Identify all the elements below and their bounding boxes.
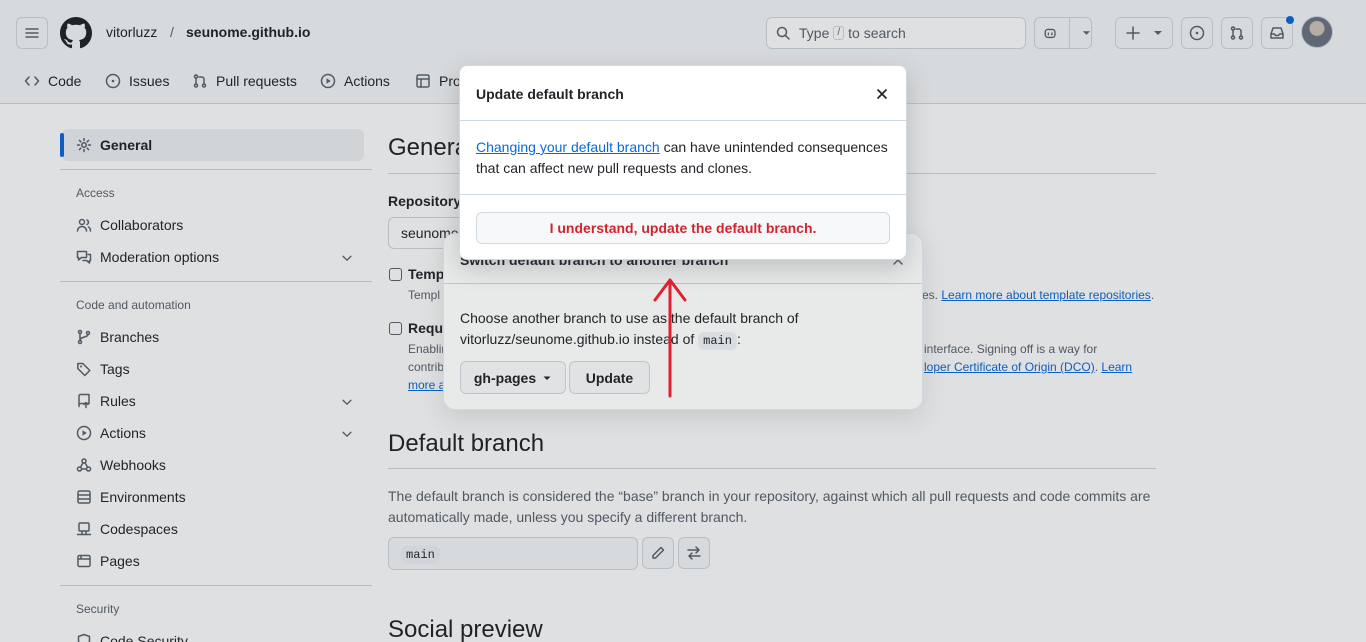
confirm-update-button[interactable]: I understand, update the default branch. [476, 212, 890, 244]
changing-default-branch-link[interactable]: Changing your default branch [476, 139, 660, 155]
annotation-arrow-icon [653, 278, 687, 398]
close-icon[interactable] [874, 86, 890, 102]
dialog-divider [460, 194, 906, 195]
dialog-divider [460, 120, 906, 121]
update-branch-dialog: Update default branch Changing your defa… [459, 65, 907, 260]
update-dialog-body: Changing your default branch can have un… [476, 137, 894, 179]
confirm-update-label: I understand, update the default branch. [549, 220, 817, 236]
update-dialog-title: Update default branch [476, 86, 624, 102]
